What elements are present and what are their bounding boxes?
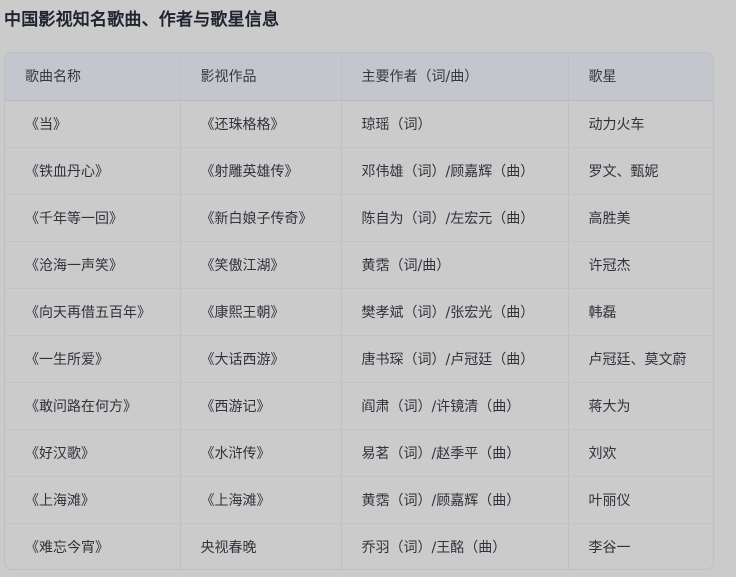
- cell-singer: 李谷一: [588, 539, 631, 556]
- table-row: 《好汉歌》 《水浒传》 易茗（词）/赵季平（曲） 刘欢: [5, 429, 713, 477]
- cell-song-name: 《沧海一声笑》: [5, 241, 181, 289]
- cell-singer: 卢冠廷、莫文蔚: [568, 335, 713, 383]
- cell-authors: 易茗（词）/赵季平（曲）: [341, 429, 569, 477]
- cell-singer: 许冠杰: [568, 241, 713, 289]
- cell-song-name: 《千年等一回》: [5, 194, 181, 242]
- cell-authors: 唐书琛（词）/卢冠廷（曲）: [341, 335, 569, 383]
- table-row: 《铁血丹心》 《射雕英雄传》 邓伟雄（词）/顾嘉辉（曲） 罗文、甄妮: [5, 147, 713, 195]
- cell-singer: 刘欢: [568, 429, 713, 477]
- cell-film-work: 央视春晚: [180, 523, 342, 569]
- header-row: 歌曲名称 影视作品 主要作者（词/曲） 歌星: [5, 53, 713, 101]
- cell-authors: 樊孝斌（词）/张宏光（曲）: [341, 288, 569, 336]
- page-title: 中国影视知名歌曲、作者与歌星信息: [4, 10, 280, 30]
- cell-authors: 阎肃（词）/许镜清（曲）: [341, 382, 569, 430]
- header-singer: 歌星: [568, 53, 713, 101]
- cell-song-name: 《好汉歌》: [5, 429, 181, 477]
- table-row: 《向天再借五百年》 《康熙王朝》 樊孝斌（词）/张宏光（曲） 韩磊: [5, 288, 713, 336]
- cell-singer: 蒋大为: [568, 382, 713, 430]
- table-row: 《沧海一声笑》 《笑傲江湖》 黄霑（词/曲） 许冠杰: [5, 241, 713, 289]
- cell-film-work: 《水浒传》: [180, 429, 342, 477]
- table-row: 《敢问路在何方》 《西游记》 阎肃（词）/许镜清（曲） 蒋大为: [5, 382, 713, 430]
- cell-song-name: 《当》: [5, 100, 181, 148]
- cell-authors: 邓伟雄（词）/顾嘉辉（曲）: [341, 147, 569, 195]
- header-song-name: 歌曲名称: [5, 53, 181, 101]
- cell-song-name: 《一生所爱》: [5, 335, 181, 383]
- cell-singer: 韩磊: [568, 288, 713, 336]
- cell-authors: 黄霑（词/曲）: [341, 241, 569, 289]
- cell-song-name: 《向天再借五百年》: [5, 288, 181, 336]
- cell-singer: 高胜美: [568, 194, 713, 242]
- cell-song-name: 《难忘今宵》: [5, 523, 181, 569]
- cell-authors: 琼瑶（词）: [341, 100, 569, 148]
- table-body: 《当》 《还珠格格》 琼瑶（词） 动力火车 《铁血丹心》 《射雕英雄传》 邓伟雄（词）/顾嘉…: [5, 100, 713, 569]
- cell-film-work: 《西游记》: [180, 382, 342, 430]
- cell-authors: 陈自为（词）/左宏元（曲）: [341, 194, 569, 242]
- header-film-work: 影视作品: [180, 53, 342, 101]
- cell-song-name: 《上海滩》: [5, 476, 181, 524]
- song-table: 歌曲名称 影视作品 主要作者（词/曲） 歌星 《当》 《还珠格格》 琼瑶（词） 动力火…: [5, 53, 713, 569]
- table-row: 《当》 《还珠格格》 琼瑶（词） 动力火车: [5, 100, 713, 148]
- table-row: 《千年等一回》 《新白娘子传奇》 陈自为（词）/左宏元（曲） 高胜美: [5, 194, 713, 242]
- cell-song-name: 《铁血丹心》: [5, 147, 181, 195]
- cell-film-work: 《大话西游》: [180, 335, 342, 383]
- cell-film-work: 《射雕英雄传》: [180, 147, 342, 195]
- cell-film-work: 《笑傲江湖》: [180, 241, 342, 289]
- cell-film-work: 《新白娘子传奇》: [180, 194, 342, 242]
- cell-film-work: 《还珠格格》: [180, 100, 342, 148]
- cell-film-work: 《康熙王朝》: [180, 288, 342, 336]
- cell-singer: 动力火车: [568, 100, 713, 148]
- table-header: 歌曲名称 影视作品 主要作者（词/曲） 歌星: [5, 53, 713, 101]
- song-table-container: 歌曲名称 影视作品 主要作者（词/曲） 歌星 《当》 《还珠格格》 琼瑶（词） 动力火…: [4, 52, 714, 570]
- cell-singer: 罗文、甄妮: [568, 147, 713, 195]
- header-authors: 主要作者（词/曲）: [341, 53, 569, 101]
- cell-authors: 乔羽（词）/王酩（曲）: [341, 523, 569, 569]
- table-row: 《上海滩》 《上海滩》 黄霑（词）/顾嘉辉（曲） 叶丽仪: [5, 476, 713, 524]
- cell-film-work: 《上海滩》: [180, 476, 342, 524]
- cell-singer: 叶丽仪: [568, 476, 713, 524]
- table-row: 《一生所爱》 《大话西游》 唐书琛（词）/卢冠廷（曲） 卢冠廷、莫文蔚: [5, 335, 713, 383]
- table-row: 《难忘今宵》 央视春晚 乔羽（词）/王酩（曲） 李谷一: [5, 523, 713, 569]
- cell-authors: 黄霑（词）/顾嘉辉（曲）: [341, 476, 569, 524]
- cell-song-name: 《敢问路在何方》: [5, 382, 181, 430]
